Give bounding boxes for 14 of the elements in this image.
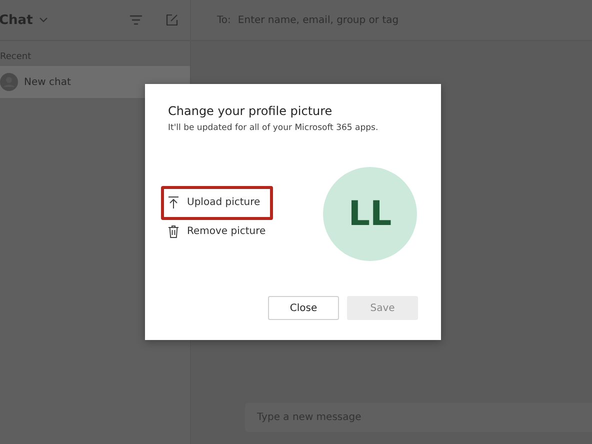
sidebar-title: Chat xyxy=(0,12,33,28)
compose-icon[interactable] xyxy=(166,14,178,26)
profile-avatar: LL xyxy=(323,167,417,261)
chat-list-item[interactable]: New chat xyxy=(0,66,190,98)
remove-picture-button[interactable]: Remove picture xyxy=(168,220,266,242)
close-button[interactable]: Close xyxy=(268,296,339,320)
dialog-subtitle: It'll be updated for all of your Microsoft 365 apps. xyxy=(168,123,380,133)
trash-icon xyxy=(168,224,179,238)
avatar-icon xyxy=(0,73,18,91)
filter-icon[interactable] xyxy=(130,15,142,25)
upload-icon xyxy=(168,196,179,208)
chevron-down-icon[interactable] xyxy=(38,17,48,23)
upload-picture-button[interactable]: Upload picture xyxy=(168,190,260,214)
dialog-title: Change your profile picture xyxy=(168,104,334,118)
